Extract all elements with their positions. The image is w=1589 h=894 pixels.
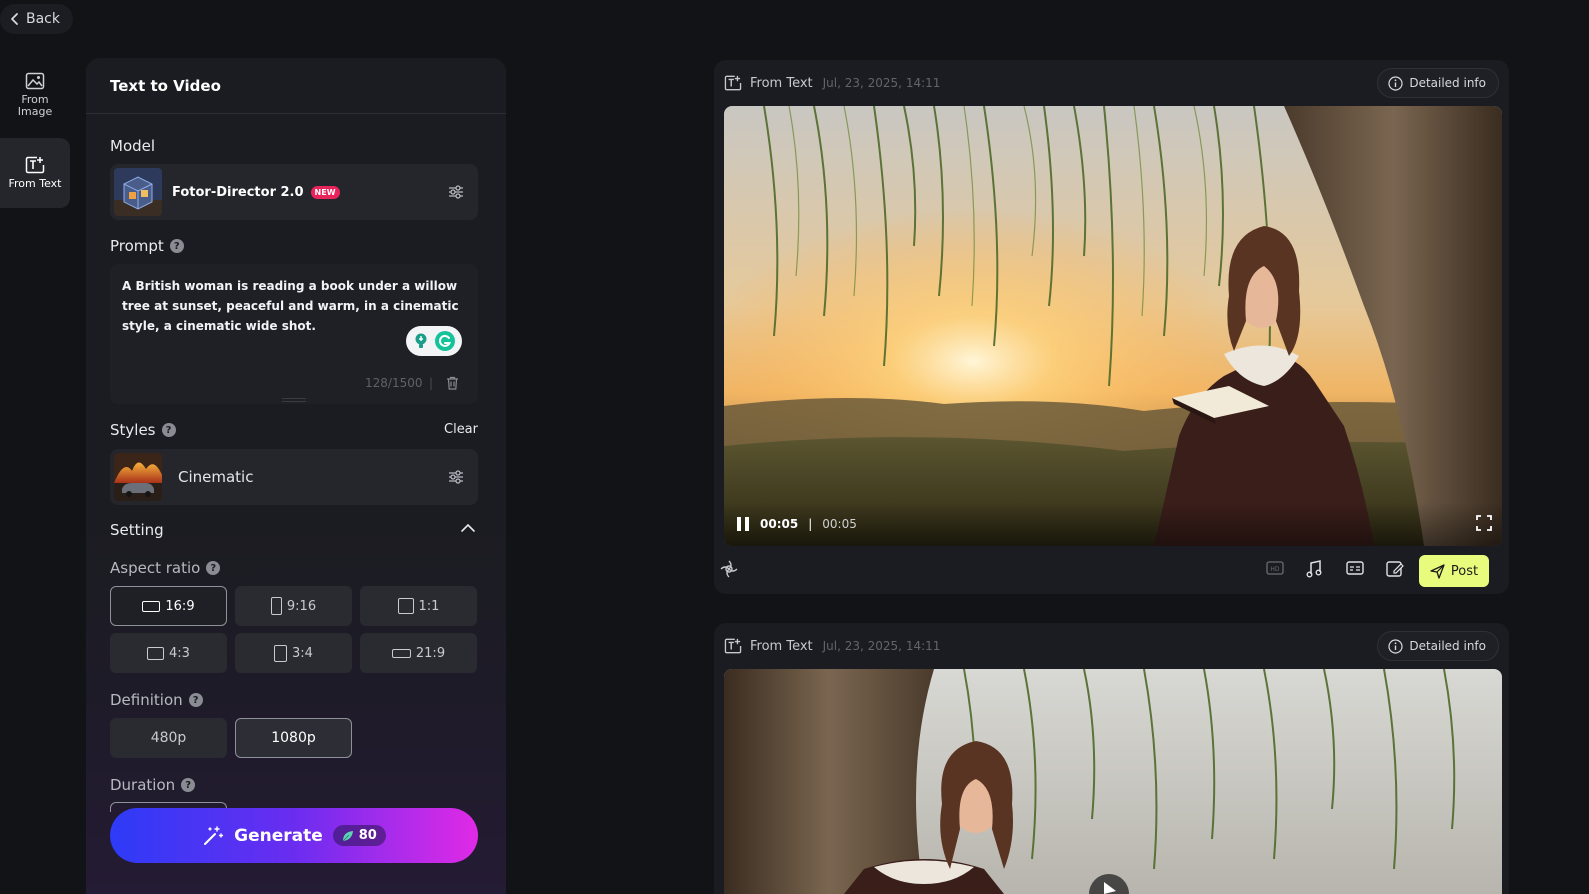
generate-button[interactable]: Generate 80 — [110, 808, 478, 863]
fullscreen-icon[interactable] — [1476, 515, 1492, 531]
aspect-ratio-1-1[interactable]: 1:1 — [360, 586, 477, 626]
model-name: Fotor-Director 2.0 — [172, 184, 304, 200]
character-counter: 128/1500 — [365, 376, 423, 390]
result-type: From Text — [750, 638, 813, 654]
grammarly-widget[interactable] — [406, 326, 462, 356]
aspect-ratio-3-4[interactable]: 3:4 — [235, 633, 352, 673]
ultrawide-icon — [391, 648, 411, 658]
aspect-ratio-21-9[interactable]: 21:9 — [360, 633, 477, 673]
time-separator: | — [808, 517, 813, 531]
back-button[interactable]: Back — [0, 4, 73, 34]
duration-label: Duration ? — [110, 776, 196, 794]
style-name: Cinematic — [178, 468, 254, 486]
new-badge: NEW — [310, 185, 340, 199]
definition-480p[interactable]: 480p — [110, 718, 227, 758]
help-icon[interactable]: ? — [161, 423, 176, 437]
credits-badge: 80 — [332, 825, 386, 846]
portrait-icon — [274, 644, 288, 662]
aspect-ratio-4-3[interactable]: 4:3 — [110, 633, 227, 673]
sliders-icon[interactable] — [448, 470, 464, 484]
detailed-info-button[interactable]: Detailed info — [1377, 631, 1499, 661]
portrait-icon — [270, 597, 282, 615]
info-icon — [1388, 75, 1403, 91]
style-selector[interactable]: Cinematic — [110, 449, 478, 505]
post-button[interactable]: Post — [1419, 555, 1489, 587]
text-icon — [25, 156, 45, 178]
result-header: From Text Jul, 23, 2025, 14:11 Detailed … — [714, 623, 1509, 669]
styles-label: Styles ? — [110, 421, 176, 439]
hd-icon[interactable]: HD — [1266, 560, 1284, 576]
bulb-icon — [412, 332, 430, 350]
definition-1080p[interactable]: 1080p — [235, 718, 352, 758]
generate-label: Generate — [234, 825, 323, 846]
panel-title: Text to Video — [86, 58, 506, 114]
pause-icon[interactable] — [736, 516, 750, 532]
info-icon — [1388, 638, 1403, 654]
magic-wand-icon — [202, 825, 224, 847]
definition-label: Definition ? — [110, 691, 203, 709]
square-icon — [397, 598, 414, 614]
video-player[interactable]: 00:05 | 00:05 — [724, 106, 1502, 546]
result-header: From Text Jul, 23, 2025, 14:11 Detailed … — [714, 60, 1509, 106]
rail-item-from-image[interactable]: From Image — [0, 62, 70, 128]
grammarly-icon — [434, 330, 456, 352]
music-icon[interactable] — [1306, 560, 1322, 578]
send-icon — [1430, 563, 1445, 579]
style-thumbnail — [114, 453, 162, 501]
svg-text:HD: HD — [1270, 566, 1280, 573]
help-icon[interactable]: ? — [169, 239, 184, 253]
subtitle-icon[interactable] — [1346, 560, 1364, 576]
result-toolbar: HD Post — [714, 546, 1509, 594]
model-thumbnail — [114, 168, 162, 216]
total-time: 00:05 — [822, 517, 857, 531]
settings-panel: Text to Video Model Fotor-Director 2.0 N… — [86, 58, 506, 894]
help-icon[interactable]: ? — [206, 561, 221, 575]
current-time: 00:05 — [760, 517, 799, 531]
aspect-ratio-label: Aspect ratio ? — [110, 559, 221, 577]
help-icon[interactable]: ? — [188, 693, 203, 707]
player-controls: 00:05 | 00:05 — [724, 502, 1502, 546]
aspect-ratio-16-9[interactable]: 16:9 — [110, 586, 227, 626]
resize-handle[interactable] — [282, 398, 306, 402]
sliders-icon[interactable] — [448, 185, 464, 199]
rail-item-from-text[interactable]: From Text — [0, 138, 70, 208]
result-card: From Text Jul, 23, 2025, 14:11 Detailed … — [714, 60, 1509, 594]
aspect-ratio-9-16[interactable]: 9:16 — [235, 586, 352, 626]
chevron-up-icon[interactable] — [460, 523, 476, 533]
video-player[interactable] — [724, 669, 1502, 894]
prompt-input[interactable]: A British woman is reading a book under … — [110, 264, 478, 404]
rail-item-label: From Image — [17, 93, 53, 118]
result-date: Jul, 23, 2025, 14:11 — [822, 76, 941, 90]
leaf-icon — [342, 830, 354, 842]
help-icon[interactable]: ? — [181, 778, 196, 792]
text-icon — [724, 75, 742, 91]
detailed-info-button[interactable]: Detailed info — [1377, 68, 1499, 98]
landscape-icon — [142, 600, 161, 612]
trash-icon[interactable] — [446, 376, 459, 390]
clear-styles-button[interactable]: Clear — [444, 422, 478, 437]
landscape-icon — [147, 646, 165, 660]
model-label: Model — [110, 137, 156, 155]
edit-video-icon[interactable] — [1386, 560, 1404, 578]
setting-label[interactable]: Setting — [110, 521, 164, 539]
prompt-label: Prompt ? — [110, 237, 184, 255]
video-frame — [724, 669, 1502, 894]
chevron-left-icon — [10, 12, 20, 26]
result-card: From Text Jul, 23, 2025, 14:11 Detailed … — [714, 623, 1509, 894]
model-selector[interactable]: Fotor-Director 2.0 NEW — [110, 164, 478, 220]
result-date: Jul, 23, 2025, 14:11 — [822, 639, 941, 653]
text-icon — [724, 638, 742, 654]
image-icon — [25, 72, 45, 94]
result-type: From Text — [750, 75, 813, 91]
back-label: Back — [26, 11, 60, 27]
counter-divider: | — [429, 376, 434, 390]
ai-tools-icon[interactable] — [720, 560, 738, 578]
rail-item-label: From Text — [8, 177, 62, 190]
video-frame — [724, 106, 1502, 546]
